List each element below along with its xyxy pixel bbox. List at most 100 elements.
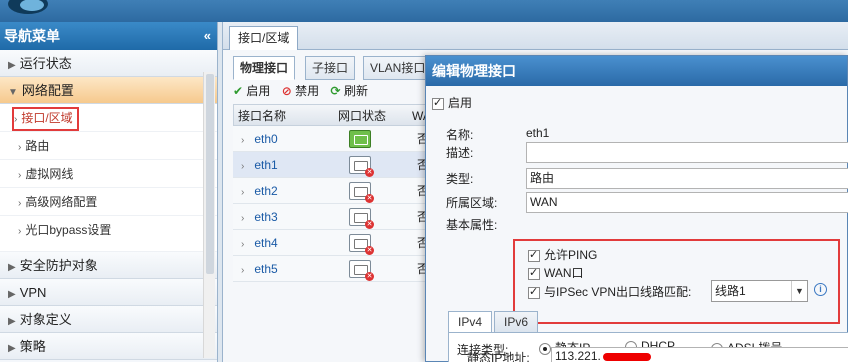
chevron-right-icon: ▶ [8, 316, 16, 327]
chevron-down-icon: ▼ [8, 87, 18, 98]
wan-port-option[interactable]: WAN口 [528, 264, 584, 281]
expand-icon[interactable]: › [241, 187, 244, 198]
edit-physical-interface-dialog: 编辑物理接口 启用 名称: eth1 描述: 类型: 路由 所属区域: WAN … [425, 55, 848, 362]
chevron-right-icon: › [18, 226, 22, 237]
tab-sub-interface[interactable]: 子接口 [305, 56, 356, 80]
nav-group-label: 对象定义 [19, 312, 72, 327]
interface-name-cell[interactable]: › eth3 [241, 204, 278, 232]
tab-interface-zone[interactable]: 接口/区域 [229, 26, 299, 50]
interface-grid: 接口名称 网口状态 WA › eth0 否 › eth1 ✕ 否 › eth2 ✕ 否… [233, 104, 433, 282]
nav-item-fiber-bypass[interactable]: › 光口bypass设置 [0, 216, 217, 252]
disable-button[interactable]: ⊘ 禁用 [282, 79, 319, 103]
interface-name: eth5 [254, 262, 278, 276]
allow-ping-label: 允许PING [544, 248, 598, 262]
ipsec-match-checkbox[interactable] [528, 285, 540, 299]
chevron-right-icon: ▶ [8, 60, 16, 71]
tab-physical-interface[interactable]: 物理接口 [233, 56, 296, 80]
static-ip-label: 静态IP地址: [467, 351, 530, 362]
nav-group-policy[interactable]: ▶ 策略 [0, 333, 217, 360]
nav-item-advanced-network[interactable]: › 高级网络配置 [0, 188, 217, 216]
tab-vlan-interface[interactable]: VLAN接口 [363, 56, 433, 80]
enable-button[interactable]: ✔ 启用 [233, 79, 270, 103]
interface-name: eth2 [254, 184, 278, 198]
port-down-icon: ✕ [349, 208, 374, 229]
nav-group-vpn[interactable]: ▶ VPN [0, 279, 217, 306]
nav-group-object-definition[interactable]: ▶ 对象定义 [0, 306, 217, 333]
chevron-right-icon: ▶ [8, 262, 16, 273]
interface-name: eth1 [254, 158, 278, 172]
enable-checkbox-row[interactable]: 启用 [432, 94, 472, 111]
table-row[interactable]: › eth5 ✕ 否 [233, 256, 433, 282]
expand-icon[interactable]: › [241, 135, 244, 146]
desc-row: 描述: [426, 142, 848, 166]
table-row[interactable]: › eth1 ✕ 否 [233, 152, 433, 178]
info-icon[interactable]: i [814, 283, 827, 296]
nav-group-network[interactable]: ▼ 网络配置 [0, 77, 217, 104]
enable-button-label: 启用 [246, 84, 271, 98]
chevron-right-icon: › [14, 114, 18, 125]
zone-field[interactable]: WAN [526, 192, 848, 213]
desc-input[interactable] [526, 142, 848, 163]
desc-label: 描述: [446, 146, 474, 160]
allow-ping-option[interactable]: 允许PING [528, 246, 597, 263]
static-ip-value: 113.221. [555, 349, 601, 362]
refresh-button-label: 刷新 [343, 84, 368, 98]
chevron-down-icon[interactable]: ▼ [791, 281, 807, 301]
nav-item-label: 高级网络配置 [25, 195, 98, 209]
refresh-button[interactable]: ⟳ 刷新 [331, 79, 368, 103]
interface-name: eth4 [254, 236, 278, 250]
interface-name: eth0 [254, 132, 278, 146]
name-label: 名称: [446, 128, 474, 142]
grid-toolbar: ✔ 启用 ⊘ 禁用 ⟳ 刷新 [233, 79, 433, 103]
enable-checkbox[interactable] [432, 96, 444, 110]
tab-ipv4[interactable]: IPv4 [448, 311, 493, 333]
table-row[interactable]: › eth4 ✕ 否 [233, 230, 433, 256]
nav-title: 导航菜单 [4, 28, 60, 44]
table-row[interactable]: › eth2 ✕ 否 [233, 178, 433, 204]
ipsec-match-option[interactable]: 与IPSec VPN出口线路匹配: [528, 283, 691, 300]
ipsec-match-label: 与IPSec VPN出口线路匹配: [544, 285, 692, 299]
table-row[interactable]: › eth3 ✕ 否 [233, 204, 433, 230]
nav-item-virtual-wire[interactable]: › 虚拟网线 [0, 160, 217, 188]
zone-label: 所属区域: [446, 196, 498, 210]
col-header-status[interactable]: 网口状态 [338, 105, 386, 127]
interface-name-cell[interactable]: › eth2 [241, 178, 278, 206]
port-up-icon [349, 130, 371, 148]
line-select[interactable]: 线路1 ▼ [711, 280, 808, 302]
tab-ipv6[interactable]: IPv6 [494, 311, 539, 333]
brand-logo [8, 0, 48, 14]
dialog-body: 启用 名称: eth1 描述: 类型: 路由 所属区域: WAN 基本属性: 允… [426, 86, 848, 362]
static-ip-input[interactable]: 113.221. [551, 347, 848, 362]
wan-port-checkbox[interactable] [528, 266, 540, 280]
port-down-icon: ✕ [349, 182, 374, 203]
nav-group-label: 网络配置 [21, 83, 74, 98]
interface-name-cell[interactable]: › eth1 [241, 152, 278, 180]
nav-group-label: 安全防护对象 [19, 258, 98, 273]
content-tabbar: 接口/区域 [223, 22, 848, 50]
interface-name-cell[interactable]: › eth5 [241, 256, 278, 284]
expand-icon[interactable]: › [241, 213, 244, 224]
table-row[interactable]: › eth0 否 [233, 126, 433, 152]
wan-port-label: WAN口 [544, 266, 584, 280]
nav-scrollbar[interactable] [203, 72, 215, 358]
line-select-value: 线路1 [715, 284, 746, 298]
interface-name-cell[interactable]: › eth4 [241, 230, 278, 258]
type-field[interactable]: 路由 [526, 168, 848, 189]
expand-icon[interactable]: › [241, 161, 244, 172]
collapse-icon[interactable]: « [204, 22, 211, 50]
nav-item-interface-zone[interactable]: › 接口/区域 [0, 104, 217, 132]
basic-attributes-label: 基本属性: [446, 218, 498, 232]
expand-icon[interactable]: › [241, 239, 244, 250]
allow-ping-checkbox[interactable] [528, 248, 540, 262]
ban-icon: ⊘ [281, 84, 292, 98]
interface-name-cell[interactable]: › eth0 [241, 126, 278, 154]
nav-group-security-objects[interactable]: ▶ 安全防护对象 [0, 252, 217, 279]
dialog-title[interactable]: 编辑物理接口 [426, 56, 847, 86]
nav-item-label: 接口/区域 [21, 111, 73, 125]
col-header-name[interactable]: 接口名称 [238, 105, 286, 127]
nav-item-label: 虚拟网线 [25, 167, 74, 181]
expand-icon[interactable]: › [241, 265, 244, 276]
nav-item-route[interactable]: › 路由 [0, 132, 217, 160]
grid-header: 接口名称 网口状态 WA [233, 104, 433, 126]
nav-group-status[interactable]: ▶ 运行状态 [0, 50, 217, 77]
